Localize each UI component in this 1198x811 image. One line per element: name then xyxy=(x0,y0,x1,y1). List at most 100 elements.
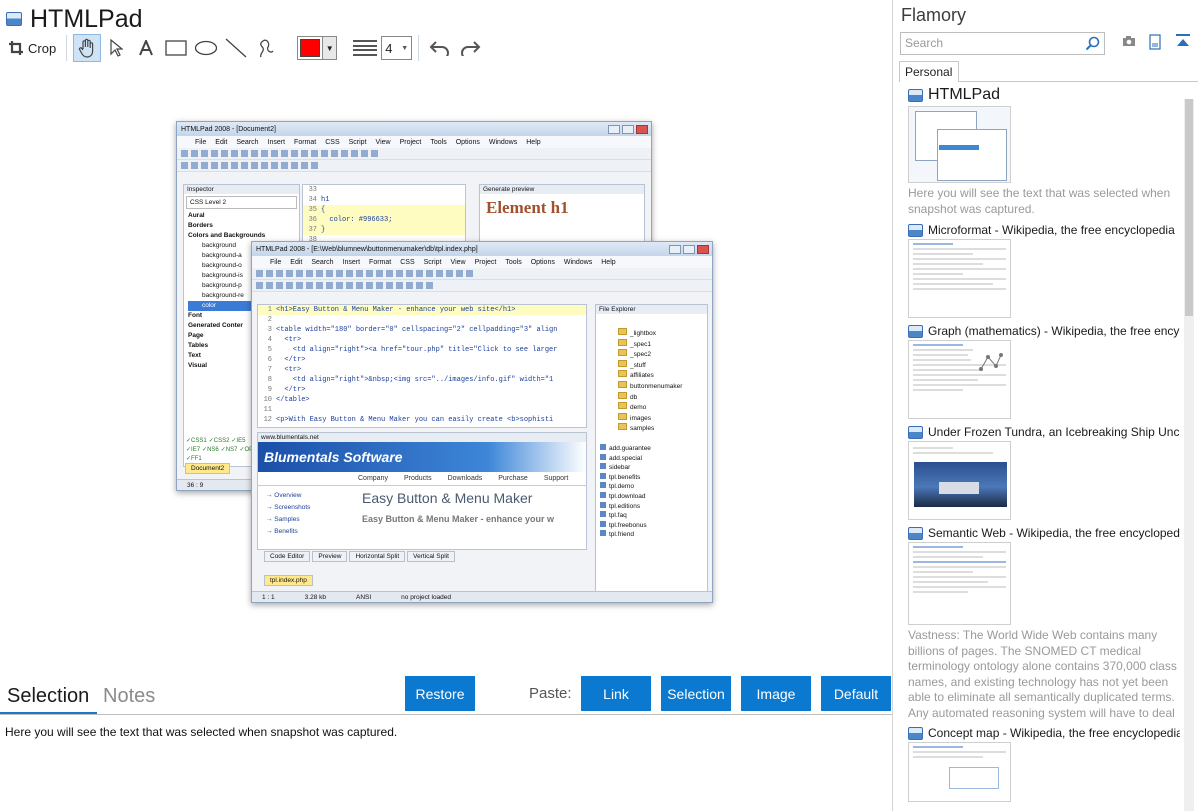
line-width-select[interactable]: 4 ▼ xyxy=(381,36,413,60)
site-page-subtitle: Easy Button & Menu Maker - enhance your … xyxy=(362,514,555,524)
menu-item: Search xyxy=(311,258,334,266)
menu-item: CSS xyxy=(400,258,415,266)
sidebar-title: Flamory xyxy=(901,5,967,25)
list-item[interactable]: Under Frozen Tundra, an Icebreaking Ship… xyxy=(908,425,1180,520)
menu-item: File xyxy=(195,138,207,146)
file-item: tpl.download xyxy=(600,492,707,502)
site-nav: Company Products Downloads Purchase Support xyxy=(258,472,586,486)
list-item[interactable]: Semantic Web - Wikipedia, the free encyc… xyxy=(908,526,1180,720)
code-line: 7 <tr> xyxy=(258,365,586,375)
list-item[interactable]: Graph (mathematics) - Wikipedia, the fre… xyxy=(908,324,1180,419)
tab-personal[interactable]: Personal xyxy=(899,61,959,82)
menu-item: View xyxy=(375,138,391,146)
line-number: 37 xyxy=(308,226,317,234)
line-icon xyxy=(225,38,247,58)
css-check: ✓NS7 xyxy=(220,447,238,453)
menu-item: View xyxy=(450,258,466,266)
code-text: <td align="right">&nbsp;<img src="../ima… xyxy=(276,376,554,384)
menu-item: Script xyxy=(423,258,442,266)
hand-icon xyxy=(79,38,94,58)
snapshot-canvas[interactable]: HTMLPad 2008 - [Document2] File Edit Searc… xyxy=(1,66,891,678)
line-width-icon xyxy=(353,40,378,56)
menu-item: Search xyxy=(236,138,259,146)
snapshot-thumbnail xyxy=(908,340,1011,419)
document-icon[interactable] xyxy=(1149,34,1161,50)
text-tool-button[interactable] xyxy=(131,34,161,62)
menu-item: CSS xyxy=(325,138,340,146)
line-tool-button[interactable] xyxy=(221,34,251,62)
file-item: tpl.friend xyxy=(600,530,707,540)
annotation-toolbar: Crop ▼ 4 ▼ xyxy=(4,33,485,63)
app-window-icon xyxy=(908,324,923,338)
inspector-label: Inspector xyxy=(184,185,299,194)
text-icon xyxy=(139,40,154,56)
paste-link-button[interactable]: Link xyxy=(581,676,651,711)
site-brand: Blumentals Software xyxy=(258,442,586,472)
code-line: 9 </tr> xyxy=(258,385,586,395)
crop-label: Crop xyxy=(28,40,57,56)
code-line: 35 { xyxy=(303,205,465,215)
undo-icon xyxy=(429,41,450,56)
code-text: </tr> xyxy=(276,386,306,394)
scrollbar-thumb[interactable] xyxy=(1185,99,1193,316)
menu-item: Edit xyxy=(215,138,228,146)
code-line: 10 </table> xyxy=(258,395,586,405)
snapshot-list: HTMLPad Here you will see the text that … xyxy=(908,86,1180,811)
code-line: 3 <table width="180" border="0" cellspaci… xyxy=(258,325,586,335)
selection-text-area[interactable]: Here you will see the text that was sele… xyxy=(0,714,892,811)
app-window-icon xyxy=(908,223,923,237)
restore-button[interactable]: Restore xyxy=(405,676,475,711)
list-item-head: Graph (mathematics) - Wikipedia, the fre… xyxy=(908,324,1180,338)
window-title: HTMLPad 2008 - [Document2] xyxy=(181,125,276,133)
preview-heading: Element h1 xyxy=(486,198,569,217)
site-nav-item: Support xyxy=(543,475,569,482)
menu-bar: File Edit Search Insert Format CSS Script View P… xyxy=(252,256,712,268)
search-input[interactable]: Search xyxy=(900,32,1105,55)
sidebar-scrollbar[interactable] xyxy=(1184,99,1194,811)
site-nav-item: Downloads xyxy=(447,475,483,482)
list-item-head: HTMLPad xyxy=(908,86,1180,104)
list-item-title: HTMLPad xyxy=(928,86,1001,103)
list-item[interactable]: Concept map - Wikipedia, the free encycl… xyxy=(908,726,1180,802)
pointer-tool-button[interactable] xyxy=(101,34,131,62)
tab-selection[interactable]: Selection xyxy=(7,685,89,708)
color-picker[interactable]: ▼ xyxy=(297,36,338,60)
line-number: 8 xyxy=(267,376,272,384)
status-position: 36 : 9 xyxy=(187,481,204,489)
undo-button[interactable] xyxy=(425,34,455,62)
line-width-control[interactable]: 4 ▼ xyxy=(353,36,413,60)
folder-item: samples xyxy=(618,423,707,434)
list-item[interactable]: Microformat - Wikipedia, the free encycl… xyxy=(908,223,1180,318)
rectangle-icon xyxy=(165,40,187,56)
menu-item: Options xyxy=(530,258,555,266)
paste-default-button[interactable]: Default xyxy=(821,676,891,711)
line-number: 7 xyxy=(267,366,272,374)
site-side-link: → Screenshots xyxy=(266,504,311,511)
paste-image-button[interactable]: Image xyxy=(741,676,811,711)
ellipse-tool-button[interactable] xyxy=(191,34,221,62)
line-number: 35 xyxy=(308,206,317,214)
tab-notes[interactable]: Notes xyxy=(103,685,155,708)
css-level-select: CSS Level 2 xyxy=(186,196,297,209)
code-line: 8 <td align="right">&nbsp;<img src="../i… xyxy=(258,375,586,385)
status-bar: 1 : 1 3.28 kb ANSI no project loaded xyxy=(252,591,712,602)
code-line: 33 xyxy=(303,185,465,195)
view-tab: Code Editor xyxy=(264,551,311,562)
collapse-top-icon[interactable] xyxy=(1175,34,1191,48)
code-line: 36 color: #996633; xyxy=(303,215,465,225)
freehand-tool-button[interactable] xyxy=(251,34,281,62)
redo-icon xyxy=(461,41,481,56)
crop-button[interactable]: Crop xyxy=(4,34,60,62)
list-item[interactable]: HTMLPad Here you will see the text that … xyxy=(908,86,1180,217)
search-icon[interactable] xyxy=(1085,36,1100,51)
code-line: 11 xyxy=(258,405,586,415)
window-titlebar: HTMLPad 2008 - [Document2] xyxy=(177,122,651,136)
rectangle-tool-button[interactable] xyxy=(161,34,191,62)
camera-icon[interactable] xyxy=(1122,34,1136,48)
status-field: 3.28 kb xyxy=(304,593,326,601)
redo-button[interactable] xyxy=(455,34,485,62)
paste-selection-button[interactable]: Selection xyxy=(661,676,731,711)
menu-item: Windows xyxy=(563,258,593,266)
hand-tool-button[interactable] xyxy=(73,34,102,62)
code-text: </table> xyxy=(276,396,310,404)
